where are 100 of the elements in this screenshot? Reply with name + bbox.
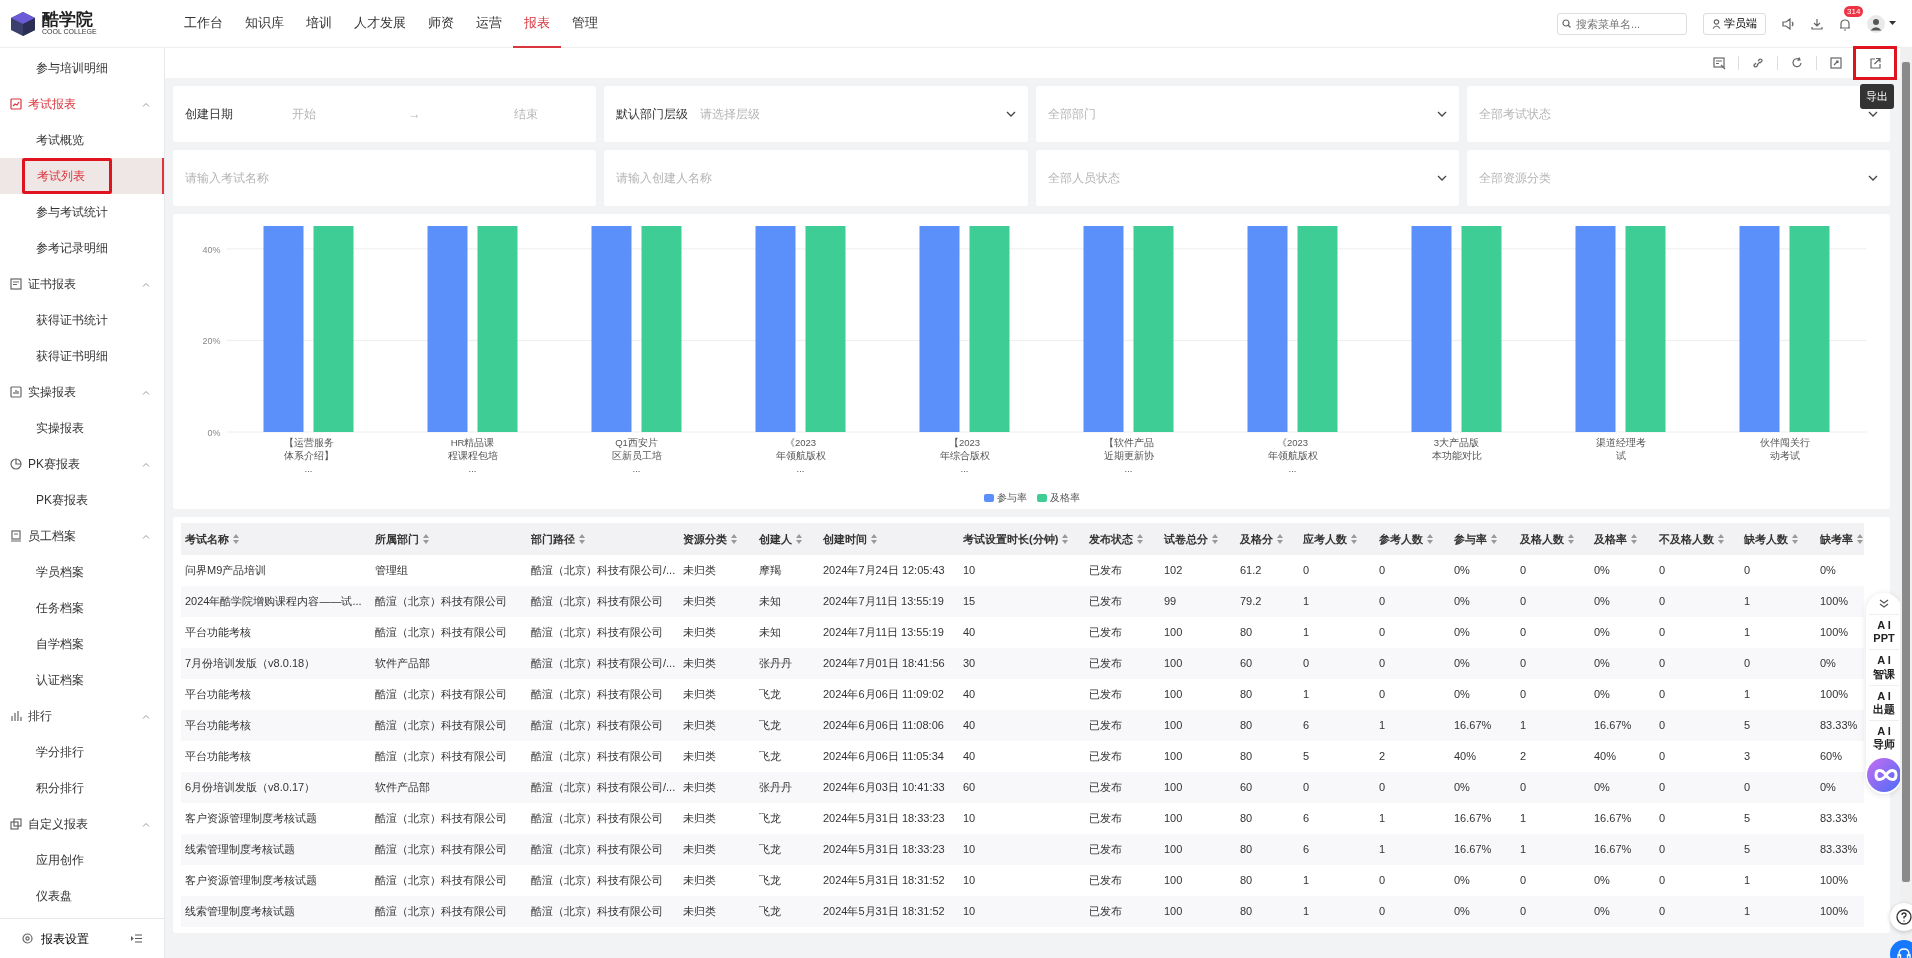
assistant-button[interactable]: A I 导师	[1869, 720, 1899, 756]
sidebar-item[interactable]: 应用创作	[0, 842, 164, 878]
table-cell: 张丹丹	[755, 648, 819, 679]
sort-icon[interactable]	[1491, 534, 1497, 544]
sidebar-group[interactable]: 员工档案	[0, 518, 164, 554]
export-icon-button[interactable]	[1856, 49, 1894, 77]
student-portal-button[interactable]: 学员端	[1703, 12, 1766, 35]
sort-icon[interactable]	[1427, 534, 1433, 544]
assistant-button[interactable]: A I PPT	[1869, 614, 1899, 650]
nav-tab[interactable]: 知识库	[234, 0, 295, 48]
sidebar-item[interactable]: 获得证书统计	[0, 302, 164, 338]
column-header[interactable]: 不及格人数	[1655, 523, 1740, 555]
sidebar-item[interactable]: 获得证书明细	[0, 338, 164, 374]
download-icon[interactable]	[1811, 17, 1823, 30]
sort-icon[interactable]	[1631, 534, 1637, 544]
sort-icon[interactable]	[579, 534, 585, 544]
table-cell: 2024年7月11日 13:55:19	[819, 617, 959, 648]
refresh-icon[interactable]	[1790, 56, 1804, 70]
table-cell: 60	[959, 772, 1085, 803]
table-cell: 客户资源管理制度考核试题	[181, 803, 371, 834]
assistant-button[interactable]: A I 智课	[1869, 649, 1899, 685]
column-header[interactable]: 创建时间	[819, 523, 959, 555]
sidebar-group[interactable]: 证书报表	[0, 266, 164, 302]
table-cell: 79.2	[1236, 586, 1299, 617]
avatar-icon[interactable]	[1867, 14, 1885, 33]
sort-icon[interactable]	[1718, 534, 1724, 544]
search-field[interactable]: 搜索菜单名...	[1557, 12, 1687, 35]
nav-tab[interactable]: 培训	[295, 0, 343, 48]
sidebar-group[interactable]: PK赛报表	[0, 446, 164, 482]
column-header[interactable]: 参考人数	[1375, 523, 1450, 555]
sidebar-group[interactable]: 考试报表	[0, 86, 164, 122]
assistant-button[interactable]: A I 出题	[1869, 684, 1899, 721]
sidebar-item[interactable]: 实操报表	[0, 410, 164, 446]
sort-icon[interactable]	[233, 534, 239, 544]
double-chevron-icon[interactable]	[1879, 599, 1889, 608]
table-cell: 张丹丹	[755, 772, 819, 803]
settings-button[interactable]: 报表设置	[22, 929, 89, 948]
sort-icon[interactable]	[731, 534, 737, 544]
column-header[interactable]: 部门路径	[527, 523, 679, 555]
sidebar-group[interactable]: 自定义报表	[0, 806, 164, 842]
sort-icon[interactable]	[423, 534, 429, 544]
column-header[interactable]: 资源分类	[679, 523, 755, 555]
nav-tab[interactable]: 师资	[417, 0, 465, 48]
nav-tab[interactable]: 管理	[561, 0, 609, 48]
column-header[interactable]: 创建人	[755, 523, 819, 555]
column-header[interactable]: 试卷总分	[1160, 523, 1236, 555]
sort-icon[interactable]	[1062, 534, 1069, 544]
sort-icon[interactable]	[1857, 534, 1863, 544]
sidebar-group[interactable]: 排行	[0, 698, 164, 734]
sidebar-item[interactable]: 仪表盘	[0, 878, 164, 914]
sidebar-group[interactable]: 实操报表	[0, 374, 164, 410]
export-icon[interactable]	[1868, 56, 1882, 70]
sort-icon[interactable]	[1277, 534, 1283, 544]
column-header[interactable]: 考试名称	[181, 523, 371, 555]
sidebar-item[interactable]: 考试概览	[0, 122, 164, 158]
nav-tab[interactable]: 工作台	[173, 0, 234, 48]
help-button[interactable]	[1890, 903, 1912, 931]
bell-icon[interactable]	[1839, 17, 1851, 31]
sidebar-item[interactable]: 考试列表	[0, 158, 164, 194]
sort-icon[interactable]	[1351, 534, 1357, 544]
sidebar-item[interactable]: 参与考试统计	[0, 194, 164, 230]
table-cell: 0	[1375, 648, 1450, 679]
sidebar-item[interactable]: 认证档案	[0, 662, 164, 698]
sort-icon[interactable]	[871, 534, 877, 544]
column-header[interactable]: 缺考率	[1816, 523, 1864, 555]
sidebar-item[interactable]: 任务档案	[0, 590, 164, 626]
sort-icon[interactable]	[796, 534, 802, 544]
collapse-icon[interactable]	[131, 934, 142, 943]
sidebar-item[interactable]: 积分排行	[0, 770, 164, 806]
nav-tab[interactable]: 人才发展	[343, 0, 417, 48]
sidebar-item[interactable]: 自学档案	[0, 626, 164, 662]
column-header[interactable]: 发布状态	[1085, 523, 1160, 555]
column-header[interactable]: 及格人数	[1516, 523, 1590, 555]
scrollbar[interactable]	[1902, 62, 1910, 882]
sort-icon[interactable]	[1212, 534, 1218, 544]
sidebar-item[interactable]: 学分排行	[0, 734, 164, 770]
table-cell: 酷渲（北京）科技有限公司	[527, 586, 679, 617]
filter-field[interactable]: 默认部门层级 请选择层级	[604, 86, 1028, 142]
link-icon[interactable]	[1751, 56, 1765, 70]
sidebar-item[interactable]: 学员档案	[0, 554, 164, 590]
filter-field[interactable]: 创建日期 开始 → 结束	[173, 86, 597, 142]
sort-icon[interactable]	[1137, 534, 1143, 544]
column-header[interactable]: 参与率	[1450, 523, 1516, 555]
table-settings-icon[interactable]	[1712, 56, 1726, 70]
sort-icon[interactable]	[1568, 534, 1574, 544]
expand-icon[interactable]	[1829, 56, 1843, 70]
column-header[interactable]: 应考人数	[1299, 523, 1375, 555]
sidebar-item[interactable]: 参与培训明细	[0, 50, 164, 86]
speaker-icon[interactable]	[1782, 17, 1795, 30]
column-header[interactable]: 考试设置时长(分钟)	[959, 523, 1085, 555]
table-cell: 线索管理制度考核试题	[181, 834, 371, 865]
sort-icon[interactable]	[1792, 534, 1798, 544]
column-header[interactable]: 所属部门	[371, 523, 527, 555]
column-header[interactable]: 及格分	[1236, 523, 1299, 555]
column-header[interactable]: 缺考人数	[1740, 523, 1816, 555]
nav-tab[interactable]: 运营	[465, 0, 513, 48]
infinity-icon[interactable]	[1867, 755, 1901, 794]
sidebar-item[interactable]: 参考记录明细	[0, 230, 164, 266]
column-header[interactable]: 及格率	[1590, 523, 1655, 555]
sidebar-item[interactable]: PK赛报表	[0, 482, 164, 518]
